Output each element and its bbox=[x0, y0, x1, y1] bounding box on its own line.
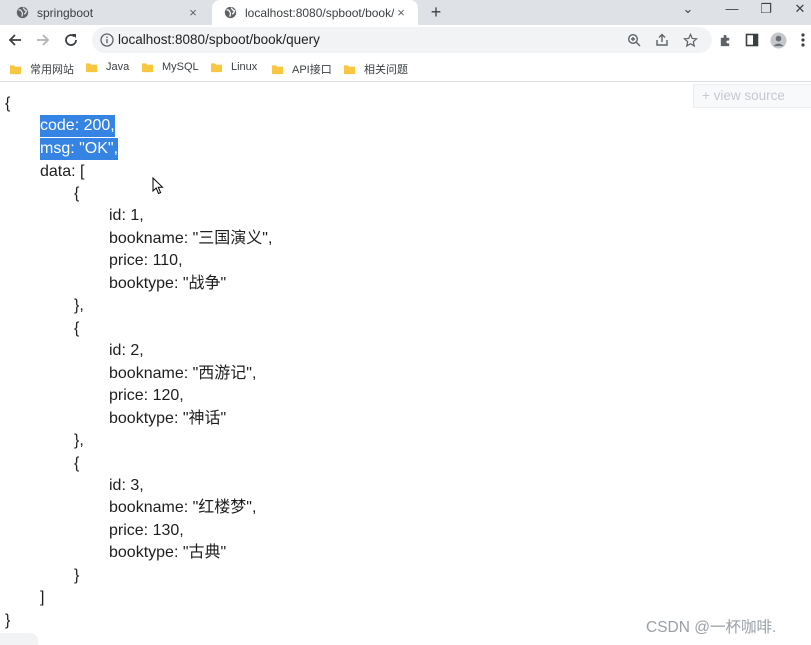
reload-icon bbox=[65, 34, 77, 46]
forward-button[interactable] bbox=[32, 29, 54, 51]
tab-title: springboot bbox=[37, 5, 94, 20]
folder-icon bbox=[272, 64, 283, 74]
side-panel-button[interactable] bbox=[741, 29, 763, 51]
arrow-right-icon bbox=[37, 34, 50, 46]
tab-search-button[interactable]: ⌄ bbox=[670, 0, 706, 25]
kebab-menu-icon bbox=[801, 33, 805, 47]
bookmark-star-icon[interactable] bbox=[682, 32, 698, 48]
tab-title: localhost:8080/spboot/book/q bbox=[245, 5, 394, 20]
json-line: booktype: "神话" bbox=[109, 410, 227, 427]
json-line: price: 110, bbox=[109, 252, 183, 269]
folder-icon bbox=[10, 64, 21, 74]
bookmark-label: Java bbox=[106, 61, 130, 73]
json-line: { bbox=[74, 320, 80, 337]
arrow-left-icon bbox=[8, 34, 21, 46]
bookmark-label: MySQL bbox=[162, 61, 199, 73]
info-icon[interactable] bbox=[100, 33, 114, 47]
bookmark-folder-api[interactable]: API接口 bbox=[272, 61, 332, 77]
minimize-button[interactable]: — bbox=[714, 0, 750, 25]
json-line: } bbox=[5, 612, 11, 629]
json-line: price: 120, bbox=[109, 387, 184, 404]
tab-strip: springboot × localhost:8080/spboot/book/… bbox=[0, 0, 811, 25]
puzzle-icon bbox=[720, 34, 729, 46]
close-tab-icon[interactable]: × bbox=[394, 5, 408, 20]
mouse-cursor-icon bbox=[152, 177, 164, 195]
json-line: }, bbox=[74, 297, 84, 314]
back-button[interactable] bbox=[4, 29, 26, 51]
view-source-button[interactable]: + view source bbox=[693, 84, 811, 108]
json-line: bookname: "红楼梦", bbox=[109, 499, 257, 516]
json-line: } bbox=[74, 567, 80, 584]
url-text[interactable]: localhost:8080/spboot/book/query bbox=[118, 32, 320, 47]
json-line: id: 2, bbox=[109, 342, 144, 359]
json-line: booktype: "古典" bbox=[109, 544, 227, 561]
bookmark-folder-java[interactable]: Java bbox=[86, 61, 129, 73]
address-bar[interactable]: localhost:8080/spboot/book/query bbox=[92, 27, 712, 53]
json-line: }, bbox=[74, 432, 84, 449]
tab-book-query[interactable]: localhost:8080/spboot/book/q × bbox=[212, 0, 418, 25]
zoom-icon[interactable] bbox=[626, 32, 642, 48]
reload-button[interactable] bbox=[60, 29, 82, 51]
bookmarks-bar: 常用网站 Java MySQL Linux API接口 相关问题 bbox=[0, 55, 811, 82]
globe-icon bbox=[16, 6, 29, 19]
new-tab-button[interactable]: + bbox=[426, 2, 446, 22]
restore-button[interactable]: ❐ bbox=[748, 0, 784, 25]
profile-button[interactable] bbox=[767, 29, 789, 51]
side-panel-icon bbox=[745, 33, 759, 47]
scroll-indicator bbox=[0, 633, 38, 645]
browser-toolbar: localhost:8080/spboot/book/query bbox=[0, 25, 811, 55]
json-line: { bbox=[74, 455, 80, 472]
json-line: ] bbox=[40, 589, 45, 606]
share-icon[interactable] bbox=[654, 32, 670, 48]
json-line-selected: code: 200, bbox=[40, 115, 115, 137]
close-tab-icon[interactable]: × bbox=[186, 5, 200, 20]
json-line: bookname: "三国演义", bbox=[109, 230, 273, 247]
json-line: data: [ bbox=[40, 163, 85, 180]
json-line-selected: msg: "OK", bbox=[40, 138, 119, 160]
json-line: bookname: "西游记", bbox=[109, 365, 257, 382]
bookmark-label: 常用网站 bbox=[30, 64, 74, 76]
json-line: id: 1, bbox=[109, 207, 144, 224]
menu-button[interactable] bbox=[792, 29, 811, 51]
folder-icon bbox=[142, 62, 153, 72]
bookmark-folder-linux[interactable]: Linux bbox=[211, 61, 257, 73]
bookmark-folder-mysql[interactable]: MySQL bbox=[142, 61, 199, 73]
extensions-button[interactable] bbox=[714, 29, 736, 51]
bookmark-label: API接口 bbox=[292, 64, 332, 76]
page-content: + view source { code: 200, msg: "OK", da… bbox=[0, 83, 811, 645]
window-close-button[interactable]: ✕ bbox=[782, 0, 811, 25]
json-line: { bbox=[5, 95, 11, 112]
globe-icon bbox=[224, 6, 237, 19]
json-line: booktype: "战争" bbox=[109, 275, 227, 292]
avatar-icon bbox=[769, 31, 787, 49]
json-line: id: 3, bbox=[109, 477, 144, 494]
folder-icon bbox=[344, 64, 355, 74]
folder-icon bbox=[86, 62, 97, 72]
bookmark-label: Linux bbox=[231, 61, 258, 73]
json-line: { bbox=[74, 185, 80, 202]
csdn-watermark: CSDN @一杯咖啡. bbox=[646, 619, 777, 636]
bookmark-folder-相关问题[interactable]: 相关问题 bbox=[344, 61, 408, 77]
tab-springboot[interactable]: springboot × bbox=[4, 0, 210, 25]
bookmark-folder-常用网站[interactable]: 常用网站 bbox=[10, 61, 74, 77]
json-line: price: 130, bbox=[109, 522, 184, 539]
folder-icon bbox=[211, 62, 222, 72]
bookmark-label: 相关问题 bbox=[364, 64, 408, 76]
